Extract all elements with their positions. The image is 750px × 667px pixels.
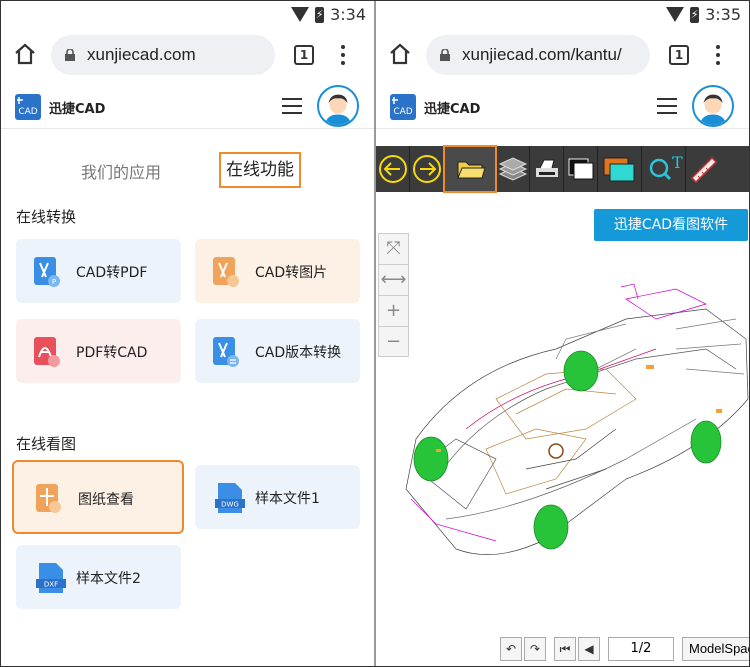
card-label: CAD转PDF <box>76 265 148 281</box>
user-avatar[interactable] <box>317 85 359 127</box>
tab-switcher-button[interactable]: 1 <box>294 45 314 65</box>
card-label: 样本文件1 <box>255 491 320 507</box>
redo-icon[interactable]: ↷ <box>524 637 546 661</box>
browser-menu-icon[interactable] <box>340 43 346 67</box>
first-page-icon[interactable]: ⏮ <box>554 637 576 661</box>
fit-screen-icon[interactable]: ⤧ <box>379 234 408 265</box>
cad-to-image-icon <box>213 257 239 287</box>
dxf-file-icon: DXF <box>36 563 66 593</box>
status-bar: ⚡ 3:34 <box>1 1 374 27</box>
function-tabs: 我们的应用 在线功能 <box>1 151 374 191</box>
cad-toolbar: T <box>376 145 749 193</box>
url-text: xunjiecad.com/kantu/ <box>462 45 622 64</box>
svg-text:DXF: DXF <box>44 581 58 589</box>
dwg-file-icon: DWG <box>215 483 245 513</box>
tab-switcher-button[interactable]: 1 <box>669 45 689 65</box>
right-phone-screen: ⚡ 3:35 xunjiecad.com/kantu/ 1 CAD 迅捷CAD … <box>376 1 749 666</box>
card-sample-file-1[interactable]: DWG 样本文件1 <box>195 465 360 529</box>
svg-text:P: P <box>52 278 56 286</box>
svg-text:CAD: CAD <box>393 107 412 117</box>
status-time: 3:35 <box>705 5 741 24</box>
card-sample-file-2[interactable]: DXF 样本文件2 <box>16 545 181 609</box>
open-folder-icon[interactable] <box>443 145 497 193</box>
cad-car-wireframe[interactable] <box>376 279 749 579</box>
browser-toolbar: xunjiecad.com/kantu/ 1 <box>376 33 749 77</box>
card-label: CAD版本转换 <box>255 345 342 361</box>
svg-text:DWG: DWG <box>221 501 239 509</box>
url-text: xunjiecad.com <box>87 45 196 64</box>
hamburger-menu-icon[interactable] <box>282 98 302 114</box>
print-icon[interactable] <box>530 146 564 192</box>
model-space-button[interactable]: ModelSpace <box>682 637 749 661</box>
cad-version-icon <box>213 337 239 367</box>
text-search-icon[interactable]: T <box>642 146 686 192</box>
layers-icon[interactable] <box>496 146 530 192</box>
card-label: PDF转CAD <box>76 345 148 361</box>
pdf-to-cad-icon <box>34 337 60 367</box>
section-title-viewer: 在线看图 <box>16 435 77 453</box>
battery-icon: ⚡ <box>315 6 325 23</box>
undo-icon[interactable]: ↶ <box>500 637 522 661</box>
card-label: CAD转图片 <box>255 265 328 281</box>
site-header: CAD 迅捷CAD <box>1 83 374 129</box>
page-number-field[interactable]: 1/2 <box>608 637 674 661</box>
previous-page-icon[interactable]: ◀ <box>578 637 600 661</box>
site-header: CAD 迅捷CAD <box>376 83 749 129</box>
tab-online-functions[interactable]: 在线功能 <box>219 152 301 188</box>
home-icon[interactable] <box>388 42 412 66</box>
svg-text:T: T <box>672 153 683 172</box>
measure-icon[interactable] <box>686 146 720 192</box>
card-label: 图纸查看 <box>78 492 134 508</box>
hamburger-menu-icon[interactable] <box>657 98 677 114</box>
status-time: 3:34 <box>330 5 366 24</box>
lock-icon <box>440 49 450 61</box>
home-icon[interactable] <box>13 42 37 66</box>
forward-arrow-icon[interactable] <box>410 146 444 192</box>
brand-name: 迅捷CAD <box>424 102 481 117</box>
battery-icon: ⚡ <box>690 6 700 23</box>
card-drawing-viewer[interactable]: 图纸查看 <box>12 460 184 534</box>
cad-to-pdf-icon: P <box>34 257 60 287</box>
card-cad-to-pdf[interactable]: P CAD转PDF <box>16 239 181 303</box>
section-title-conversion: 在线转换 <box>16 208 77 226</box>
brand-name: 迅捷CAD <box>49 102 106 117</box>
page-navigation-bar: ↶ ↷ ⏮ ◀ 1/2 ModelSpace <box>500 634 749 664</box>
black-background-icon[interactable] <box>564 146 598 192</box>
address-bar[interactable]: xunjiecad.com <box>51 35 275 75</box>
user-avatar[interactable] <box>692 85 734 127</box>
back-arrow-icon[interactable] <box>376 146 410 192</box>
lock-icon <box>65 49 75 61</box>
address-bar[interactable]: xunjiecad.com/kantu/ <box>426 35 650 75</box>
wifi-icon <box>291 7 310 22</box>
browser-toolbar: xunjiecad.com 1 <box>1 33 374 77</box>
svg-text:CAD: CAD <box>18 107 37 117</box>
download-viewer-button[interactable]: 迅捷CAD看图软件 <box>594 209 748 241</box>
status-bar: ⚡ 3:35 <box>376 1 749 27</box>
color-background-icon[interactable] <box>598 146 642 192</box>
card-cad-version-convert[interactable]: CAD版本转换 <box>195 319 360 383</box>
tab-our-apps[interactable]: 我们的应用 <box>81 159 161 183</box>
wifi-icon <box>666 7 685 22</box>
left-phone-screen: ⚡ 3:34 xunjiecad.com 1 CAD 迅捷CAD 我们的应用 在… <box>1 1 374 666</box>
xunjie-cad-logo[interactable]: CAD <box>390 94 416 120</box>
xunjie-cad-logo[interactable]: CAD <box>15 94 41 120</box>
card-cad-to-image[interactable]: CAD转图片 <box>195 239 360 303</box>
card-pdf-to-cad[interactable]: PDF转CAD <box>16 319 181 383</box>
card-label: 样本文件2 <box>76 571 141 587</box>
drawing-viewer-icon <box>36 484 61 513</box>
browser-menu-icon[interactable] <box>715 43 721 67</box>
